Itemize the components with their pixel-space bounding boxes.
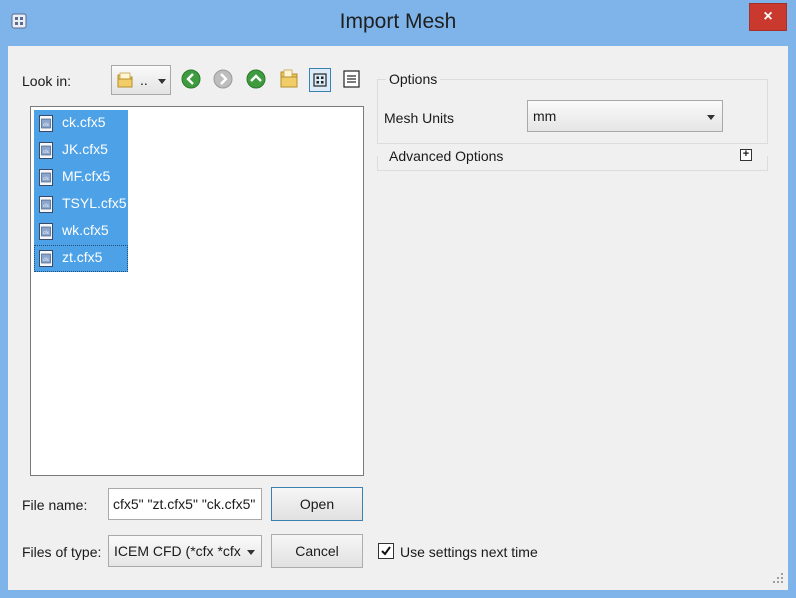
file-name-input[interactable]: cfx5" "zt.cfx5" "ck.cfx5" (108, 488, 262, 520)
chevron-down-icon (707, 115, 715, 120)
file-icon: cfx (39, 250, 53, 267)
file-name: wk.cfx5 (62, 222, 109, 238)
look-in-value: .. (140, 72, 148, 88)
chevron-down-icon (158, 79, 166, 84)
file-icon: cfx (39, 169, 53, 186)
file-name-label: File name: (22, 497, 88, 513)
svg-text:cfx: cfx (43, 122, 50, 127)
svg-text:cfx: cfx (43, 149, 50, 154)
file-name: TSYL.cfx5 (62, 195, 127, 211)
look-in-label: Look in: (22, 73, 72, 89)
list-item[interactable]: cfx ck.cfx5 (34, 110, 128, 137)
advanced-options-label[interactable]: Advanced Options (386, 148, 507, 164)
close-icon: × (763, 8, 773, 25)
file-name: ck.cfx5 (62, 114, 106, 130)
use-settings-checkbox[interactable] (378, 543, 394, 559)
cancel-button[interactable]: Cancel (271, 534, 363, 568)
forward-icon[interactable] (212, 68, 234, 90)
svg-text:cfx: cfx (43, 176, 50, 181)
list-view-button[interactable] (309, 68, 331, 92)
import-mesh-dialog: Import Mesh × Look in: .. cfx ck.cfx5 cf… (0, 0, 796, 598)
resize-grip-icon[interactable] (772, 572, 784, 584)
expand-icon[interactable]: + (740, 149, 752, 161)
new-folder-icon[interactable] (278, 67, 300, 89)
file-icon: cfx (39, 223, 53, 240)
open-button[interactable]: Open (271, 487, 363, 521)
title-bar[interactable]: Import Mesh × (0, 0, 796, 46)
list-item[interactable]: cfx zt.cfx5 (34, 245, 128, 272)
mesh-units-combo[interactable]: mm (527, 100, 723, 132)
file-type-value: ICEM CFD (*cfx *cfx (114, 543, 241, 559)
chevron-down-icon (247, 550, 255, 555)
svg-text:cfx: cfx (43, 203, 50, 208)
detail-view-icon[interactable] (341, 68, 363, 90)
back-icon[interactable] (180, 68, 202, 90)
mesh-units-label: Mesh Units (384, 110, 455, 126)
file-type-label: Files of type: (22, 544, 102, 560)
svg-text:cfx: cfx (43, 257, 50, 262)
file-icon: cfx (39, 115, 53, 132)
list-view-icon (313, 73, 327, 87)
dialog-body: Look in: .. cfx ck.cfx5 cfx JK.cfx5 cfx … (8, 46, 788, 590)
file-type-combo[interactable]: ICEM CFD (*cfx *cfx (108, 535, 262, 567)
window-title: Import Mesh (339, 10, 457, 33)
file-name: zt.cfx5 (62, 249, 103, 265)
file-name: JK.cfx5 (62, 141, 108, 157)
file-name: MF.cfx5 (62, 168, 111, 184)
svg-text:cfx: cfx (43, 230, 50, 235)
options-title: Options (386, 71, 441, 87)
checkmark-icon (381, 546, 391, 556)
list-item[interactable]: cfx JK.cfx5 (34, 137, 128, 164)
list-item[interactable]: cfx wk.cfx5 (34, 218, 128, 245)
list-item[interactable]: cfx MF.cfx5 (34, 164, 128, 191)
file-list[interactable]: cfx ck.cfx5 cfx JK.cfx5 cfx MF.cfx5 cfx … (30, 106, 364, 476)
mesh-units-value: mm (533, 108, 557, 124)
list-item[interactable]: cfx TSYL.cfx5 (34, 191, 128, 218)
close-button[interactable]: × (749, 3, 787, 31)
file-icon: cfx (39, 196, 53, 213)
use-settings-label: Use settings next time (400, 544, 538, 560)
file-icon: cfx (39, 142, 53, 159)
up-icon[interactable] (245, 68, 267, 90)
folder-icon (117, 72, 133, 88)
look-in-combo[interactable]: .. (111, 65, 171, 95)
file-name-value: cfx5" "zt.cfx5" "ck.cfx5" (113, 496, 256, 512)
